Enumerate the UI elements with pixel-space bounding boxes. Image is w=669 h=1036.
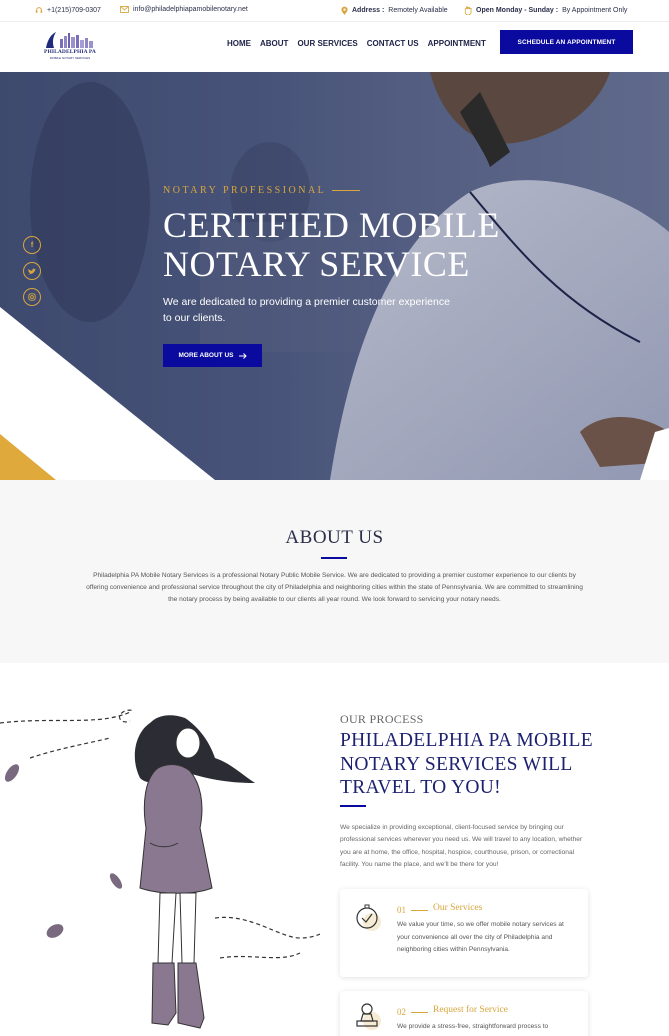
process-title: PHILADELPHIA PA MOBILE NOTARY SERVICES W…	[340, 730, 593, 798]
step-number: 02	[397, 1007, 406, 1017]
process-step-card: 02 Request for Service We provide a stre…	[340, 991, 588, 1036]
top-info-bar: +1(215)709-0307 info@philadelphiapamobil…	[0, 0, 669, 22]
hours-value: By Appointment Only	[562, 7, 628, 14]
hero-eyebrow: NOTARY PROFESSIONAL	[163, 185, 361, 196]
arrow-right-icon	[238, 352, 247, 359]
twitter-icon[interactable]	[23, 262, 41, 280]
phone-number[interactable]: +1(215)709-0307	[47, 7, 101, 14]
about-text: Philadelphia PA Mobile Notary Services i…	[86, 572, 583, 603]
step-text: We value your time, so we offer mobile n…	[397, 921, 564, 953]
hero-eyebrow-text: NOTARY PROFESSIONAL	[163, 185, 327, 196]
step-title: Our Services	[433, 903, 483, 913]
logo-tagline: MOBILE NOTARY SERVICES	[49, 56, 91, 60]
more-about-us-label: MORE ABOUT US	[178, 352, 234, 359]
eyebrow-divider	[332, 190, 361, 191]
nav-about[interactable]: ABOUT	[260, 39, 288, 48]
nav-home[interactable]: HOME	[227, 39, 251, 48]
stopwatch-icon	[356, 904, 381, 931]
process-text: We specialize in providing exceptional, …	[340, 824, 583, 868]
nav-our-services[interactable]: OUR SERVICES	[297, 39, 357, 48]
site-logo[interactable]: PHILADELPHIA PA MOBILE NOTARY SERVICES	[42, 30, 98, 62]
location-pin-icon	[341, 6, 348, 15]
facebook-icon[interactable]: f	[23, 236, 41, 254]
instagram-icon[interactable]	[23, 288, 41, 306]
step-number: 01	[397, 905, 406, 915]
woman-illustration	[0, 709, 320, 1029]
address-value: Remotely Available	[388, 7, 448, 14]
envelope-icon	[120, 6, 129, 13]
process-eyebrow: OUR PROCESS	[340, 712, 424, 726]
headset-icon	[35, 7, 43, 13]
address-info: Address : Remotely Available	[341, 6, 448, 15]
nav-contact-us[interactable]: CONTACT US	[367, 39, 419, 48]
process-section: OUR PROCESS PHILADELPHIA PA MOBILE NOTAR…	[0, 663, 669, 1036]
about-title: ABOUT US	[285, 527, 384, 548]
email-address[interactable]: info@philadelphiapamobilenotary.net	[133, 6, 248, 13]
step-dash	[411, 910, 428, 911]
hero-section: f NOTARY PROFESSIONAL CERTIFIED MOBILE N…	[0, 72, 669, 480]
step-dash	[411, 1012, 428, 1013]
step-text: We provide a stress-free, straightforwar…	[397, 1023, 549, 1030]
site-header: PHILADELPHIA PA MOBILE NOTARY SERVICES H…	[0, 22, 669, 72]
skyline-logo-icon	[46, 32, 93, 48]
nav-appointment[interactable]: APPOINTMENT	[428, 39, 486, 48]
address-label: Address :	[352, 7, 385, 14]
about-divider	[321, 557, 347, 559]
step-title: Request for Service	[433, 1005, 508, 1015]
hand-icon	[464, 6, 472, 15]
schedule-appointment-button[interactable]: SCHEDULE AN APPOINTMENT	[500, 30, 633, 54]
about-section: ABOUT US Philadelphia PA Mobile Notary S…	[0, 480, 669, 663]
hours-info: Open Monday - Sunday : By Appointment On…	[464, 6, 627, 15]
hero-subtitle: We are dedicated to providing a premier …	[163, 296, 450, 324]
email-info[interactable]: info@philadelphiapamobilenotary.net	[120, 6, 248, 13]
hero-title: CERTIFIED MOBILE NOTARY SERVICE	[163, 205, 500, 284]
more-about-us-button[interactable]: MORE ABOUT US	[163, 344, 262, 367]
hours-label: Open Monday - Sunday :	[476, 7, 559, 14]
process-step-card: 01 Our Services We value your time, so w…	[340, 889, 588, 977]
logo-name: PHILADELPHIA PA	[44, 49, 96, 55]
main-nav: HOME ABOUT OUR SERVICES CONTACT US APPOI…	[227, 39, 486, 48]
process-divider	[340, 805, 366, 807]
notary-stamp-icon	[356, 1003, 381, 1030]
phone-info[interactable]: +1(215)709-0307	[35, 6, 101, 14]
